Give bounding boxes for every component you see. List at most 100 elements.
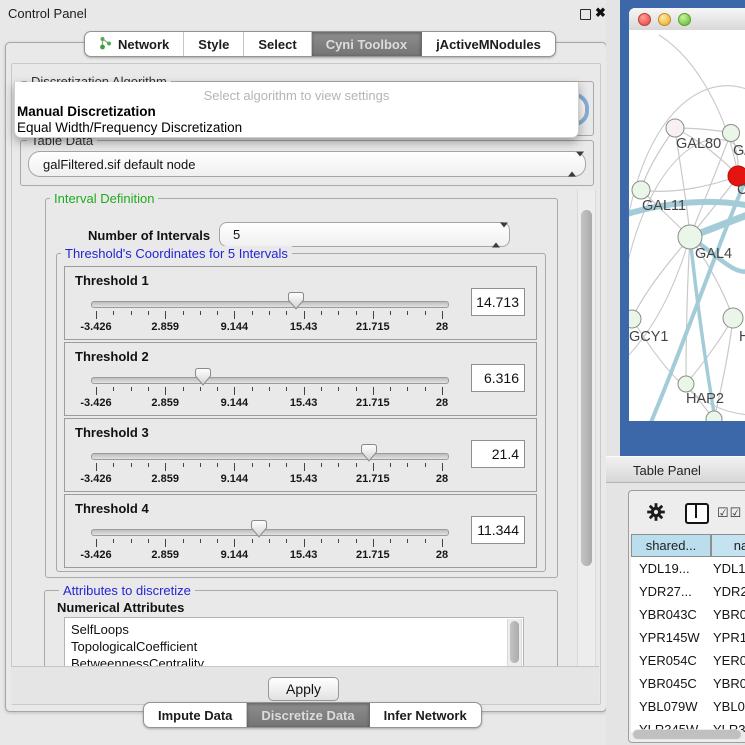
slider-thumb[interactable] [361, 444, 377, 462]
tick-mark [183, 463, 184, 467]
table-row[interactable]: YBR045CYBR0 [631, 672, 745, 695]
tick-mark [338, 311, 339, 315]
float-window-icon[interactable] [580, 9, 591, 20]
tick-mark [269, 311, 270, 315]
table-row[interactable]: YER054C YER0 [631, 649, 745, 672]
threshold-value-field[interactable]: 14.713 [471, 288, 525, 316]
slider-track[interactable] [91, 301, 449, 308]
close-traffic-light-icon[interactable] [638, 13, 651, 26]
tab-network[interactable]: Network [85, 32, 184, 56]
network-window-titlebar[interactable] [629, 8, 745, 31]
table-row[interactable]: YBR043CYBR0 [631, 603, 745, 626]
network-edge[interactable] [659, 35, 738, 176]
column-header[interactable]: na [711, 534, 745, 557]
tick-mark [148, 539, 149, 543]
table-data-combo[interactable]: galFiltered.sif default node [28, 151, 586, 177]
table-row[interactable]: YDR27...YDR2 [631, 580, 745, 603]
threshold-value-field[interactable]: 21.4 [471, 440, 525, 468]
tick-mark [407, 311, 408, 315]
gear-icon[interactable] [647, 503, 665, 521]
table-row[interactable]: YPR145WYPR1 [631, 626, 745, 649]
tick-mark [442, 539, 443, 547]
tick-label: -3.426 [80, 549, 111, 561]
tab-style[interactable]: Style [184, 32, 244, 56]
network-node[interactable] [723, 125, 740, 142]
close-icon[interactable]: ✖ [595, 8, 606, 18]
tick-mark [390, 387, 391, 391]
network-edge[interactable] [641, 128, 675, 190]
slider-track[interactable] [91, 377, 449, 384]
slider-thumb[interactable] [195, 368, 211, 386]
tick-mark [96, 539, 97, 547]
panel-scrollbar[interactable] [577, 190, 596, 666]
tick-mark [356, 387, 357, 391]
network-canvas[interactable]: GAL80GACGAL11GAL4GCY1HHAP2 [629, 30, 745, 421]
tick-mark [286, 311, 287, 315]
table-row[interactable]: YBL079WYBL0 [631, 695, 745, 718]
cell-name: YBL0 [713, 699, 745, 714]
cell-shared-name: YER054C [639, 653, 697, 668]
tick-mark [286, 539, 287, 543]
table-row[interactable]: YDL19...YDL1 [631, 557, 745, 580]
network-node[interactable] [723, 308, 743, 328]
list-item[interactable]: SelfLoops [65, 621, 523, 638]
table-panel-header[interactable]: Table Panel [606, 456, 745, 483]
tab-impute-data[interactable]: Impute Data [144, 703, 247, 727]
tick-mark [200, 539, 201, 543]
cell-name: YER0 [713, 653, 745, 668]
popup-option[interactable]: Equal Width/Frequency Discretization [15, 120, 578, 136]
minimize-traffic-light-icon[interactable] [658, 13, 671, 26]
list-scrollbar[interactable] [507, 619, 522, 666]
tick-mark [165, 463, 166, 471]
tick-mark [131, 387, 132, 391]
table-toolbar: ☑☑ [629, 491, 745, 534]
table-rows: YDL19...YDL1YDR27...YDR2YBR043CYBR0YPR14… [631, 557, 745, 732]
tick-mark [165, 539, 166, 547]
threshold-panel: Threshold 1-3.4262.8599.14415.4321.71528… [64, 266, 537, 340]
tick-mark [234, 387, 235, 395]
number-of-intervals-label: Number of Intervals [88, 228, 210, 243]
cell-name: YBR0 [713, 676, 745, 691]
number-of-intervals-combo[interactable]: 5 [219, 222, 510, 247]
popup-prompt-item[interactable]: Select algorithm to view settings [15, 87, 578, 104]
bottom-tab-bar: Impute DataDiscretize DataInfer Network [143, 702, 482, 728]
threshold-panel: Threshold 4-3.4262.8599.14415.4321.71528… [64, 494, 537, 568]
apply-button[interactable]: Apply [268, 677, 339, 701]
network-node[interactable] [666, 119, 684, 137]
tick-mark [356, 311, 357, 315]
threshold-value-field[interactable]: 6.316 [471, 364, 525, 392]
threshold-label: Threshold 3 [75, 425, 149, 440]
network-node[interactable] [632, 181, 650, 199]
network-edge[interactable] [686, 237, 690, 384]
tick-mark [338, 387, 339, 391]
slider-thumb[interactable] [251, 520, 267, 538]
list-item[interactable]: TopologicalCoefficient [65, 638, 523, 655]
tab-jactivemnodules[interactable]: jActiveMNodules [422, 32, 555, 56]
tick-mark [217, 539, 218, 543]
cell-shared-name: YPR145W [639, 630, 700, 645]
tick-mark [286, 463, 287, 467]
tab-discretize-data[interactable]: Discretize Data [247, 703, 369, 727]
tab-infer-network[interactable]: Infer Network [370, 703, 481, 727]
network-node[interactable] [629, 310, 641, 328]
popup-option[interactable]: Manual Discretization [15, 104, 578, 120]
tick-mark [96, 463, 97, 471]
tick-mark [217, 387, 218, 391]
network-node[interactable] [678, 376, 694, 392]
column-header[interactable]: shared... [631, 534, 711, 557]
select-columns-checkboxes-icon[interactable]: ☑☑ [717, 505, 742, 521]
slider-track[interactable] [91, 453, 449, 460]
zoom-traffic-light-icon[interactable] [678, 13, 691, 26]
table-hscrollbar[interactable] [632, 729, 744, 740]
slider-thumb[interactable] [288, 292, 304, 310]
threshold-value-field[interactable]: 11.344 [471, 516, 525, 544]
tab-select[interactable]: Select [244, 32, 311, 56]
tick-mark [304, 387, 305, 395]
tab-cyni-toolbox[interactable]: Cyni Toolbox [312, 32, 422, 56]
network-edge[interactable] [632, 237, 690, 319]
slider-track[interactable] [91, 529, 449, 536]
split-columns-icon[interactable] [685, 503, 709, 524]
tick-mark [321, 311, 322, 315]
tick-label: 2.859 [151, 321, 179, 333]
numerical-attributes-list[interactable]: SelfLoopsTopologicalCoefficientBetweenne… [64, 617, 524, 668]
